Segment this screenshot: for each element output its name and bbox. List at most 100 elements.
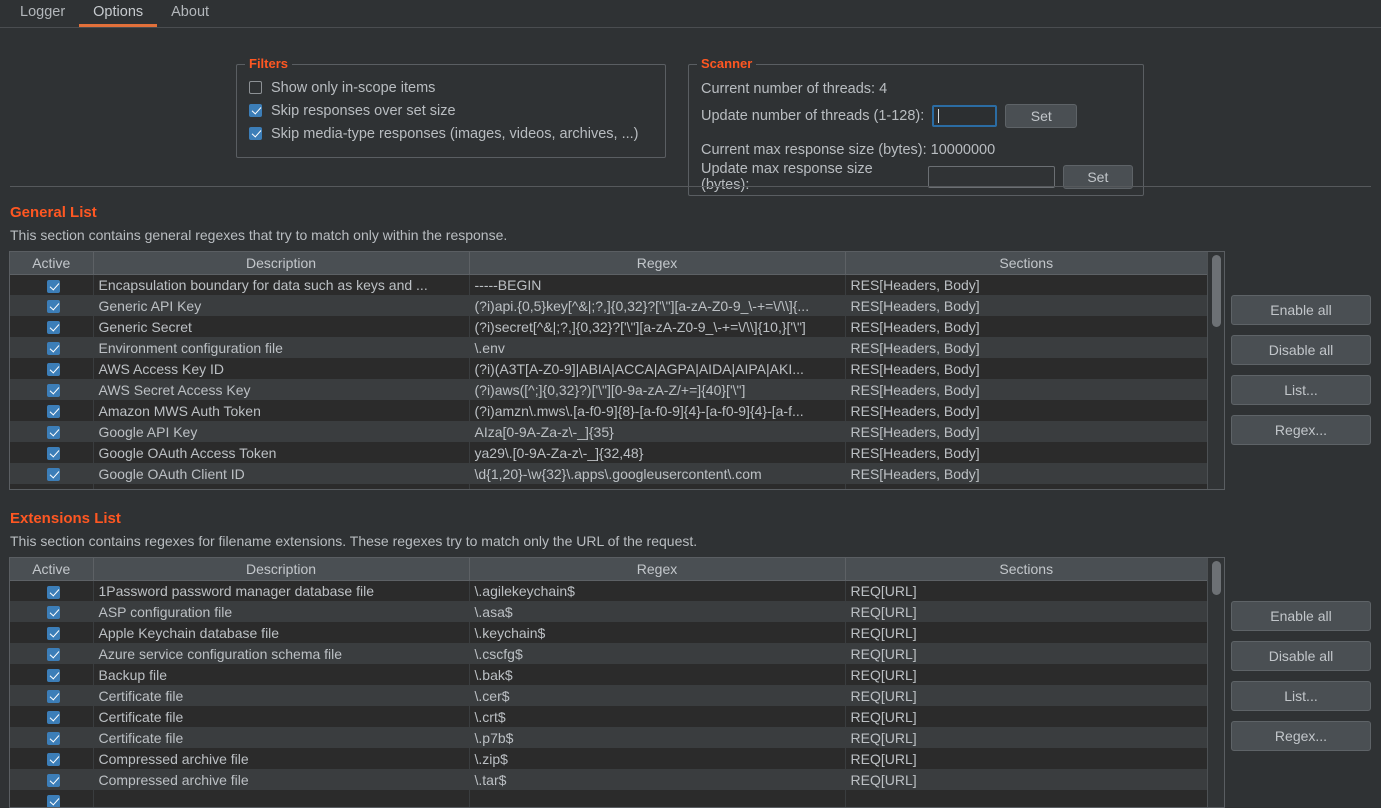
table-row[interactable]: Amazon MWS Auth Token (?i)amzn\.mws\.[a-f… <box>10 400 1207 421</box>
table-row[interactable] <box>10 790 1207 807</box>
row-active-checkbox[interactable] <box>47 300 61 314</box>
general-row-active-cell[interactable] <box>10 400 94 421</box>
extensions-col-description[interactable]: Description <box>93 558 470 581</box>
table-row[interactable]: Apple Keychain database file \.keychain$ R… <box>10 622 1207 643</box>
extensions-row-active-cell[interactable] <box>10 748 94 769</box>
row-active-checkbox[interactable] <box>47 669 61 683</box>
general-col-sections[interactable]: Sections <box>845 252 1207 275</box>
general-row-active-cell[interactable] <box>10 379 94 400</box>
table-row[interactable]: Google API Key AIza[0-9A-Za-z\-_]{35} RES[… <box>10 421 1207 442</box>
general-list-scrollbar-thumb[interactable] <box>1212 255 1221 327</box>
extensions-list-table[interactable]: Active Description Regex Sections 1Passw… <box>9 557 1225 808</box>
filter-skip-media-row[interactable]: Skip media-type responses (images, video… <box>249 123 655 144</box>
row-active-checkbox[interactable] <box>47 711 61 725</box>
extensions-col-regex[interactable]: Regex <box>469 558 846 581</box>
extensions-row-active-cell[interactable] <box>10 580 94 601</box>
row-active-checkbox[interactable] <box>47 279 61 293</box>
extensions-row-active-cell[interactable] <box>10 790 94 807</box>
set-threads-button[interactable]: Set <box>1005 104 1078 128</box>
filter-show-in-scope-row[interactable]: Show only in-scope items <box>249 77 655 98</box>
general-row-active-cell[interactable] <box>10 358 94 379</box>
table-row[interactable]: Google OAuth Client ID \d{1,20}-\w{32}\.a… <box>10 463 1207 484</box>
table-row[interactable] <box>10 484 1207 490</box>
table-row[interactable]: 1Password password manager database file… <box>10 580 1207 601</box>
table-row[interactable]: AWS Secret Access Key (?i)aws([^;]{0,32}?… <box>10 379 1207 400</box>
row-active-checkbox[interactable] <box>47 426 61 440</box>
table-row[interactable]: AWS Access Key ID (?i)(A3T[A-Z0-9]|ABIA|A… <box>10 358 1207 379</box>
general-row-active-cell[interactable] <box>10 442 94 463</box>
row-active-checkbox[interactable] <box>47 732 61 746</box>
general-list-scrollbar[interactable] <box>1207 252 1224 489</box>
row-active-checkbox[interactable] <box>47 321 61 335</box>
table-row[interactable]: Certificate file \.p7b$ REQ[URL] <box>10 727 1207 748</box>
table-row[interactable]: Generic API Key (?i)api.{0,5}key[^&|;?,]{… <box>10 295 1207 316</box>
extensions-row-active-cell[interactable] <box>10 622 94 643</box>
row-active-checkbox[interactable] <box>47 606 61 620</box>
table-row[interactable]: Environment configuration file \.env RES[H… <box>10 337 1207 358</box>
row-active-checkbox[interactable] <box>47 774 61 788</box>
extensions-row-active-cell[interactable] <box>10 643 94 664</box>
table-row[interactable]: Encapsulation boundary for data such as … <box>10 274 1207 295</box>
row-active-checkbox[interactable] <box>47 342 61 356</box>
extensions-row-active-cell[interactable] <box>10 727 94 748</box>
general-enable-all-button[interactable]: Enable all <box>1231 295 1371 325</box>
general-regex-button[interactable]: Regex... <box>1231 415 1371 445</box>
table-row[interactable]: Backup file \.bak$ REQ[URL] <box>10 664 1207 685</box>
table-row[interactable]: Certificate file \.cer$ REQ[URL] <box>10 685 1207 706</box>
filter-skip-large-checkbox[interactable] <box>249 104 262 117</box>
extensions-row-active-cell[interactable] <box>10 685 94 706</box>
general-col-description[interactable]: Description <box>93 252 470 275</box>
row-active-checkbox[interactable] <box>47 690 61 704</box>
table-row[interactable]: Generic Secret (?i)secret[^&|;?,]{0,32}?[… <box>10 316 1207 337</box>
general-row-active-cell[interactable] <box>10 463 94 484</box>
extensions-row-active-cell[interactable] <box>10 769 94 790</box>
row-active-checkbox[interactable] <box>47 648 61 662</box>
table-row[interactable]: Google OAuth Access Token ya29\.[0-9A-Za-… <box>10 442 1207 463</box>
general-list-button[interactable]: List... <box>1231 375 1371 405</box>
general-row-active-cell[interactable] <box>10 337 94 358</box>
row-active-checkbox[interactable] <box>47 468 61 482</box>
table-row[interactable]: Compressed archive file \.tar$ REQ[URL] <box>10 769 1207 790</box>
extensions-list-scrollbar-thumb[interactable] <box>1212 561 1221 595</box>
row-active-checkbox[interactable] <box>47 795 61 807</box>
table-row[interactable]: ASP configuration file \.asa$ REQ[URL] <box>10 601 1207 622</box>
general-row-active-cell[interactable] <box>10 295 94 316</box>
row-active-checkbox[interactable] <box>47 405 61 419</box>
threads-input[interactable] <box>932 105 998 127</box>
extensions-col-sections[interactable]: Sections <box>845 558 1207 581</box>
table-row[interactable]: Azure service configuration schema file \… <box>10 643 1207 664</box>
tab-options[interactable]: Options <box>79 0 158 27</box>
maxsize-input[interactable] <box>927 166 1055 188</box>
extensions-list-button[interactable]: List... <box>1231 681 1371 711</box>
extensions-col-active[interactable]: Active <box>10 558 94 581</box>
filter-skip-media-checkbox[interactable] <box>249 127 262 140</box>
tab-logger[interactable]: Logger <box>6 0 79 27</box>
general-row-active-cell[interactable] <box>10 316 94 337</box>
extensions-regex-button[interactable]: Regex... <box>1231 721 1371 751</box>
general-row-active-cell[interactable] <box>10 274 94 295</box>
filter-show-in-scope-checkbox[interactable] <box>249 81 262 94</box>
row-active-checkbox[interactable] <box>47 384 61 398</box>
table-row[interactable]: Certificate file \.crt$ REQ[URL] <box>10 706 1207 727</box>
extensions-list-scrollbar[interactable] <box>1207 558 1224 807</box>
tab-about[interactable]: About <box>157 0 223 27</box>
row-active-checkbox[interactable] <box>47 753 61 767</box>
extensions-disable-all-button[interactable]: Disable all <box>1231 641 1371 671</box>
general-col-regex[interactable]: Regex <box>469 252 846 275</box>
row-active-checkbox[interactable] <box>47 447 61 461</box>
row-active-checkbox[interactable] <box>47 585 61 599</box>
general-row-active-cell[interactable] <box>10 484 94 490</box>
extensions-row-active-cell[interactable] <box>10 601 94 622</box>
general-list-table[interactable]: Active Description Regex Sections Encaps… <box>9 251 1225 490</box>
filter-skip-large-row[interactable]: Skip responses over set size <box>249 100 655 121</box>
general-col-active[interactable]: Active <box>10 252 94 275</box>
row-active-checkbox[interactable] <box>47 627 61 641</box>
general-disable-all-button[interactable]: Disable all <box>1231 335 1371 365</box>
extensions-row-active-cell[interactable] <box>10 706 94 727</box>
general-row-active-cell[interactable] <box>10 421 94 442</box>
row-active-checkbox[interactable] <box>47 489 60 490</box>
table-row[interactable]: Compressed archive file \.zip$ REQ[URL] <box>10 748 1207 769</box>
extensions-row-active-cell[interactable] <box>10 664 94 685</box>
extensions-enable-all-button[interactable]: Enable all <box>1231 601 1371 631</box>
row-active-checkbox[interactable] <box>47 363 61 377</box>
